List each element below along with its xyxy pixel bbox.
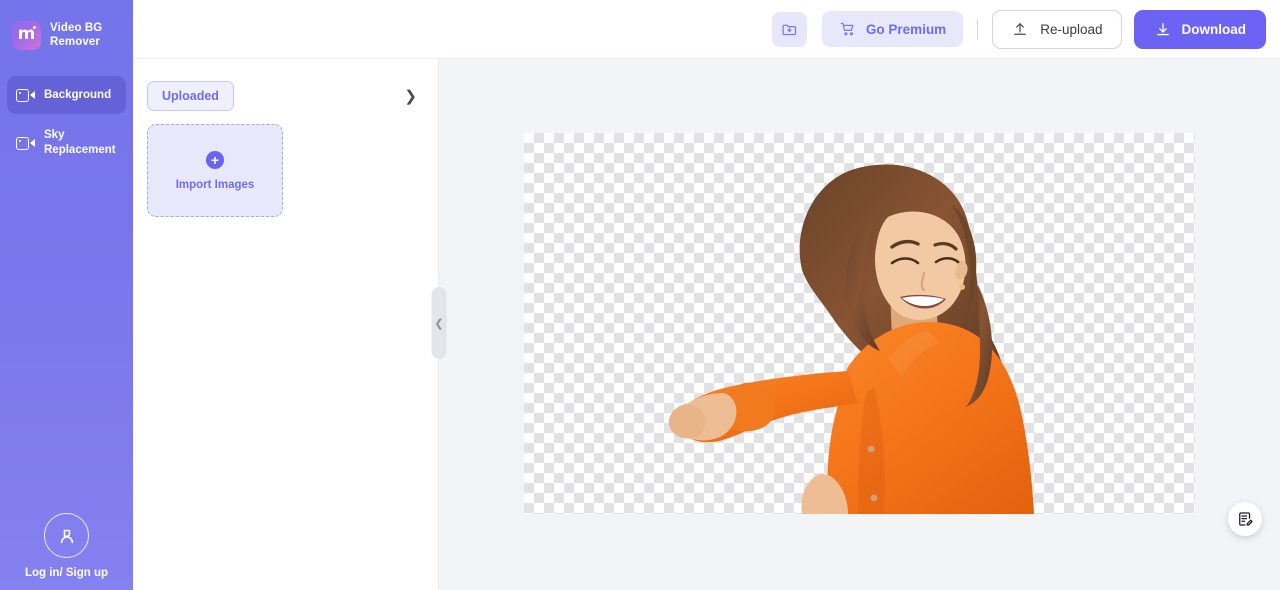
brand[interactable]: m Video BG Remover xyxy=(0,0,133,70)
subject-image xyxy=(668,164,1034,514)
download-icon xyxy=(1156,23,1169,36)
download-button[interactable]: Download xyxy=(1133,9,1266,49)
video-camera-icon xyxy=(16,136,35,151)
save-to-folder-button[interactable] xyxy=(771,11,807,47)
chevron-left-icon: ❮ xyxy=(434,317,444,330)
import-images-button[interactable]: + Import Images xyxy=(147,124,283,217)
video-camera-icon xyxy=(16,88,35,103)
tab-uploaded[interactable]: Uploaded xyxy=(147,81,234,111)
account-login-button[interactable]: Log in/ Sign up xyxy=(0,513,133,590)
main-area: Go Premium Re-upload Download Uploaded ❯… xyxy=(133,0,1280,590)
sidebar: m Video BG Remover Background Sky Replac… xyxy=(0,0,133,590)
assets-panel-header: Uploaded ❯ xyxy=(133,81,438,111)
assets-panel: Uploaded ❯ + Import Images xyxy=(133,59,439,590)
user-avatar-icon xyxy=(44,513,89,558)
plus-circle-icon: + xyxy=(206,150,224,169)
upload-icon xyxy=(1014,23,1027,35)
sidebar-item-label: Sky Replacement xyxy=(44,129,116,156)
app-root: m Video BG Remover Background Sky Replac… xyxy=(0,0,1280,590)
chevron-right-icon[interactable]: ❯ xyxy=(400,85,421,108)
brand-name: Video BG Remover xyxy=(50,21,103,48)
shopping-cart-icon xyxy=(840,22,854,36)
panel-collapse-handle[interactable]: ❮ xyxy=(431,287,447,359)
sidebar-nav: Background Sky Replacement xyxy=(0,70,133,172)
reupload-button[interactable]: Re-upload xyxy=(992,9,1122,49)
go-premium-label: Go Premium xyxy=(865,21,947,37)
feedback-note-icon xyxy=(1239,512,1253,526)
feedback-button[interactable] xyxy=(1228,502,1262,536)
sidebar-item-label: Background xyxy=(44,88,112,101)
workspace: Uploaded ❯ + Import Images ❮ xyxy=(133,59,1280,590)
reupload-label: Re-upload xyxy=(1040,21,1103,37)
toolbar-divider xyxy=(977,18,979,40)
canvas-area[interactable]: ❮ xyxy=(431,59,1280,590)
artboard[interactable] xyxy=(524,133,1195,514)
brand-logo-dot xyxy=(32,25,36,29)
import-images-label: Import Images xyxy=(175,178,255,191)
sidebar-item-background[interactable]: Background xyxy=(7,76,126,114)
sidebar-item-sky-replacement[interactable]: Sky Replacement xyxy=(7,120,126,166)
toolbar: Go Premium Re-upload Download xyxy=(133,0,1280,59)
folder-download-icon xyxy=(782,24,797,35)
go-premium-button[interactable]: Go Premium xyxy=(821,11,964,47)
account-login-label: Log in/ Sign up xyxy=(24,567,109,579)
brand-logo-icon: m xyxy=(12,20,41,50)
download-label: Download xyxy=(1181,21,1247,37)
